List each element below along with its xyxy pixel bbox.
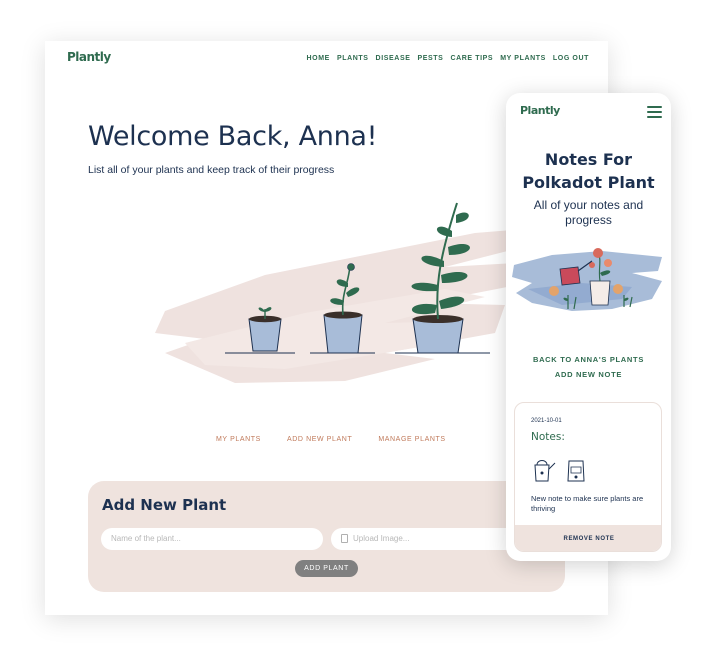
- link-my-plants[interactable]: MY PLANTS: [216, 436, 261, 443]
- nav-pests[interactable]: PESTS: [417, 55, 443, 62]
- fertilizer-bag-icon: [567, 460, 585, 482]
- remove-note-button[interactable]: REMOVE NOTE: [564, 526, 615, 551]
- nav-plants[interactable]: PLANTS: [337, 55, 369, 62]
- add-plant-panel: Add New Plant Name of the plant... Uploa…: [88, 481, 565, 592]
- logo[interactable]: Plantly: [67, 50, 111, 64]
- note-date: 2021-10-01: [531, 418, 562, 424]
- note-label: Notes:: [531, 431, 565, 443]
- watering-illustration: [512, 248, 662, 311]
- note-card: 2021-10-01 Notes: New note to make sure …: [514, 402, 662, 552]
- note-footer: REMOVE NOTE: [515, 525, 661, 551]
- upload-image-placeholder: Upload Image...: [353, 534, 410, 543]
- nav-my-plants[interactable]: MY PLANTS: [500, 55, 546, 62]
- mobile-logo[interactable]: Plantly: [520, 104, 560, 117]
- plant-name-input[interactable]: Name of the plant...: [101, 528, 323, 550]
- nav-care-tips[interactable]: CARE TIPS: [450, 55, 493, 62]
- plant-links: MY PLANTS ADD NEW PLANT MANAGE PLANTS: [216, 436, 446, 443]
- plants-illustration: [155, 202, 525, 383]
- add-new-note-link[interactable]: ADD NEW NOTE: [506, 370, 671, 379]
- add-plant-button[interactable]: ADD PLANT: [295, 560, 358, 577]
- note-text: New note to make sure plants are thrivin…: [531, 494, 644, 513]
- document-icon: [341, 534, 348, 543]
- notes-title-line1: Notes For: [544, 150, 633, 169]
- link-add-new-plant[interactable]: ADD NEW PLANT: [287, 436, 352, 443]
- add-plant-title: Add New Plant: [102, 496, 227, 514]
- nav-disease[interactable]: DISEASE: [376, 55, 411, 62]
- nav-log-out[interactable]: LOG OUT: [553, 55, 589, 62]
- back-to-plants-link[interactable]: BACK TO ANNA'S PLANTS: [506, 355, 671, 364]
- link-manage-plants[interactable]: MANAGE PLANTS: [378, 436, 445, 443]
- menu-icon[interactable]: [647, 106, 662, 118]
- watering-can-icon: [534, 460, 556, 482]
- nav-home[interactable]: HOME: [307, 55, 330, 62]
- notes-title-line2: Polkadot Plant: [522, 173, 655, 192]
- welcome-heading: Welcome Back, Anna!: [88, 121, 378, 152]
- notes-subtitle: All of your notes and progress: [533, 198, 644, 227]
- upload-image-input[interactable]: Upload Image...: [331, 528, 521, 550]
- notes-title: Notes For Polkadot Plant: [506, 148, 671, 194]
- note-icons: [534, 460, 585, 482]
- mobile-mockup: Plantly Notes For Polkadot Plant All of …: [506, 93, 671, 561]
- main-nav: HOME PLANTS DISEASE PESTS CARE TIPS MY P…: [307, 55, 589, 62]
- welcome-subtitle: List all of your plants and keep track o…: [88, 164, 335, 176]
